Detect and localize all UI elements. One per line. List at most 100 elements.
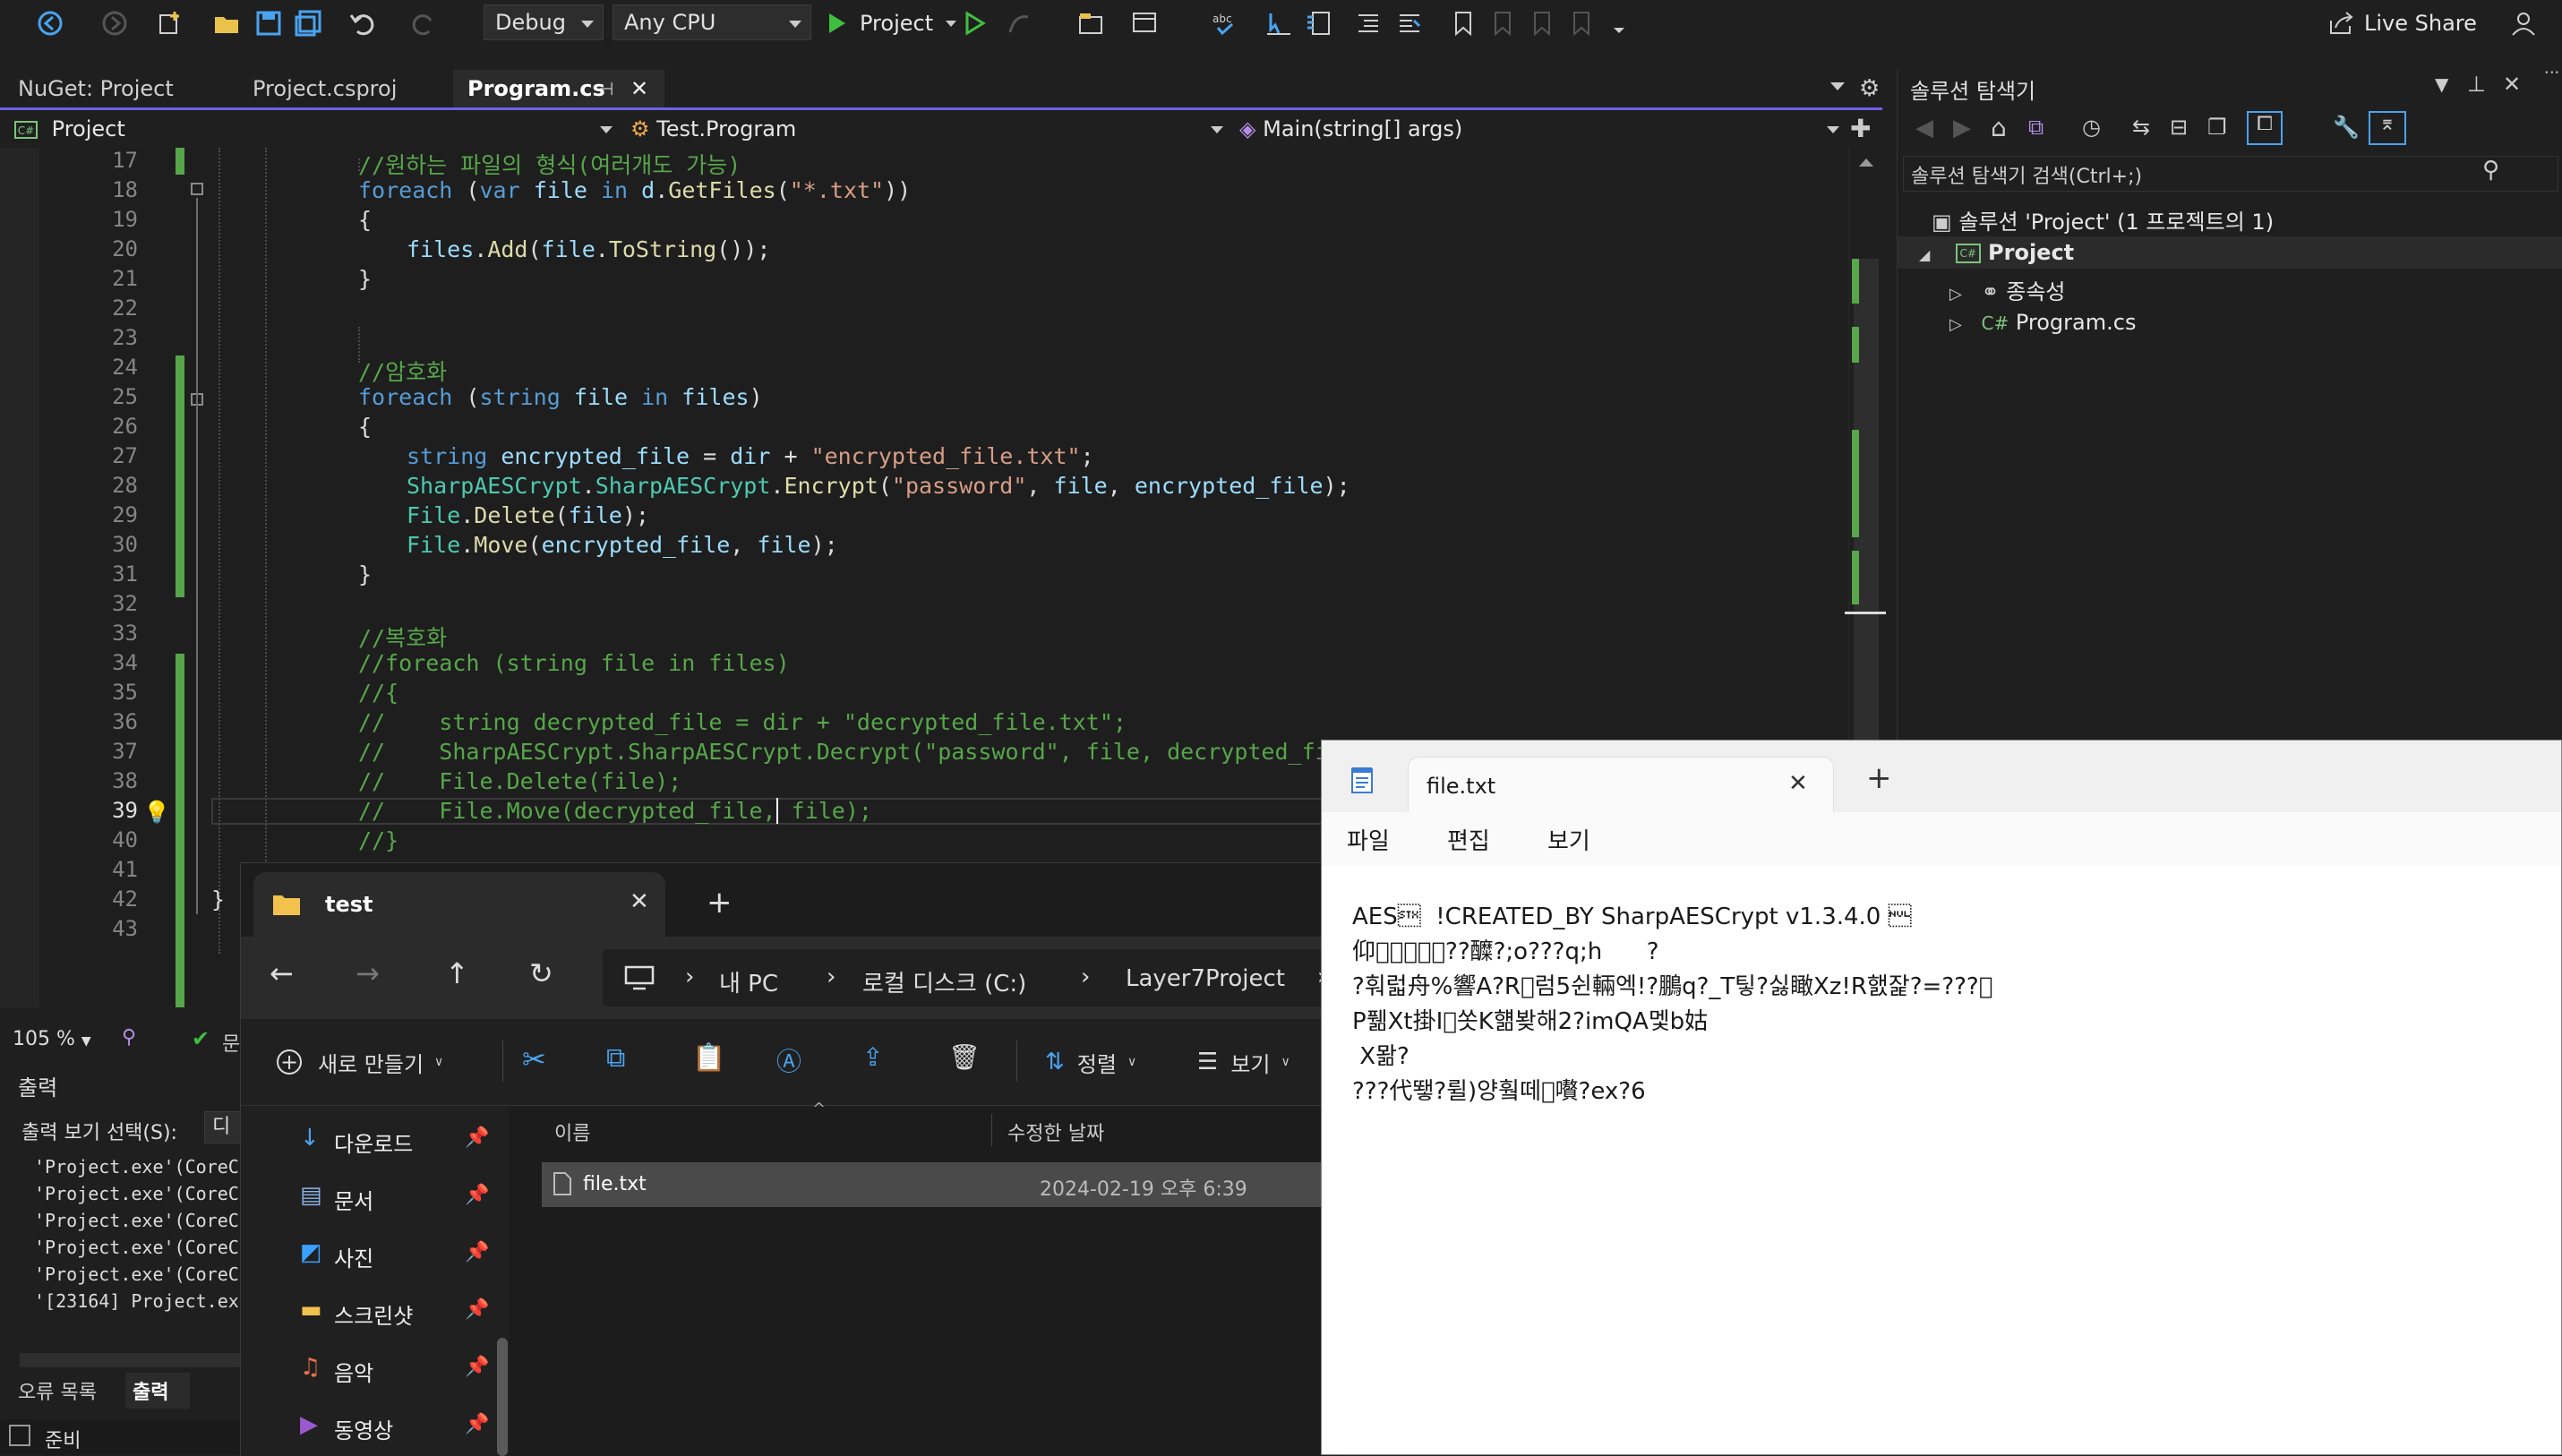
refresh-icon[interactable]: ↻ [529, 956, 553, 990]
show-all-files-icon[interactable]: ❐ [2207, 115, 2227, 140]
forward-icon[interactable] [99, 7, 131, 39]
pin-icon[interactable]: 📌 [465, 1184, 489, 1206]
back-icon[interactable] [34, 7, 66, 39]
sidebar-item[interactable]: ↓ 다운로드 📌 [241, 1123, 501, 1159]
pin-icon[interactable]: ⊥ [2467, 72, 2486, 97]
spellcheck-icon[interactable]: abc [1209, 7, 1241, 39]
new-project-icon[interactable] [154, 7, 186, 39]
tree-item-program-cs[interactable]: ▷ C# Program.cs [1949, 310, 2136, 335]
uncomment-lines-icon[interactable] [1393, 7, 1426, 39]
save-all-icon[interactable] [292, 7, 324, 39]
up-icon[interactable]: ↑ [445, 956, 469, 990]
tab-overflow-icon[interactable] [1830, 82, 1845, 90]
account-icon[interactable] [2507, 7, 2540, 39]
menu-edit[interactable]: 편집 [1447, 823, 1490, 856]
table-row[interactable]: file.txt 2024-02-19 오후 6:39 [542, 1162, 1338, 1207]
run-button[interactable]: Project [824, 5, 957, 41]
lightbulb-icon[interactable]: 💡 [143, 800, 170, 825]
pin-icon[interactable]: 📌 [465, 1413, 489, 1435]
close-icon[interactable]: ✕ [2503, 72, 2521, 97]
sidebar-item[interactable]: ▶ 동영상 📌 [241, 1409, 501, 1445]
tab-error-list[interactable]: 오류 목록 [18, 1376, 97, 1405]
tree-item-project[interactable]: ◢ C# Project [1919, 240, 2074, 265]
sidebar-scrollbar[interactable] [497, 1338, 508, 1456]
tree-item-dependencies[interactable]: ▷ ⚭ 종속성 [1949, 274, 2065, 305]
breadcrumb-item[interactable]: 로컬 디스크 (C:) [862, 965, 1026, 998]
new-tab-icon[interactable]: + [707, 885, 733, 921]
close-icon[interactable]: ✕ [630, 70, 648, 107]
expanded-icon[interactable]: ◢ [1919, 246, 1930, 263]
tab-nuget[interactable]: NuGet: Project [0, 70, 235, 107]
column-header-modified[interactable]: 수정한 날짜 [1007, 1118, 1104, 1146]
undo-icon[interactable] [346, 7, 378, 39]
configuration-select[interactable]: Debug [484, 4, 604, 40]
notepad-tab[interactable]: file.txt ✕ [1408, 757, 1834, 815]
pending-changes-icon[interactable]: ◷ [2082, 115, 2101, 140]
forward-icon[interactable]: → [356, 956, 380, 990]
solution-search-box[interactable]: 솔루션 탐색기 검색(Ctrl+;) ⚲ [1903, 156, 2558, 192]
paste-icon[interactable]: 📋 [692, 1042, 725, 1074]
collapse-all-icon[interactable]: ⊟ [2170, 115, 2188, 140]
clear-bookmarks-icon[interactable] [1565, 7, 1598, 39]
view-button[interactable]: ☰ 보기 ∨ [1197, 1046, 1290, 1078]
breadcrumb-item[interactable]: Layer7Project [1126, 965, 1285, 992]
class-combo[interactable]: ⚙ Test.Program [630, 114, 1223, 144]
horizontal-scrollbar[interactable] [20, 1353, 260, 1367]
back-icon[interactable]: ◀ [1915, 115, 1933, 141]
copilot-icon[interactable]: ⚲ [122, 1026, 136, 1049]
sidebar-item[interactable]: ◩ 사진 📌 [241, 1238, 501, 1273]
explorer-tab[interactable]: test ✕ [253, 872, 665, 937]
hot-reload-icon[interactable] [1003, 7, 1035, 39]
menu-file[interactable]: 파일 [1347, 823, 1390, 856]
panel-menu-icon[interactable]: ▼ [2435, 73, 2448, 95]
rename-icon[interactable]: Ⓐ [776, 1042, 801, 1078]
browse-icon[interactable] [1075, 7, 1107, 39]
sidebar-item[interactable]: ▬ 스크린샷 📌 [241, 1295, 501, 1331]
pin-icon[interactable]: 📌 [465, 1241, 489, 1263]
breadcrumb-item[interactable]: 내 PC [719, 965, 778, 998]
pin-icon[interactable]: 📌 [465, 1356, 489, 1378]
save-icon[interactable] [253, 7, 285, 39]
cut-icon[interactable]: ✂ [522, 1042, 546, 1076]
pin-icon[interactable]: 📌 [465, 1126, 489, 1149]
properties-icon[interactable]: 🔧 [2333, 115, 2360, 140]
forward-icon[interactable]: ▶ [1953, 115, 1971, 141]
sync-icon[interactable]: ⇆ [2132, 115, 2150, 140]
split-editor-icon[interactable]: ✚ [1850, 114, 1871, 143]
live-share-button[interactable]: Live Share [2328, 5, 2477, 41]
open-folder-icon[interactable] [211, 7, 244, 39]
sidebar-item[interactable]: ▤ 문서 📌 [241, 1180, 501, 1216]
side-tool-strip[interactable]: ⫶ [2532, 70, 2562, 213]
redo-icon[interactable] [408, 7, 441, 39]
vertical-scrollbar[interactable] [1845, 148, 1886, 841]
comment-lines-icon[interactable] [1352, 7, 1384, 39]
copy-icon[interactable]: ⧉ [606, 1042, 625, 1074]
prev-bookmark-icon[interactable] [1487, 7, 1519, 39]
delete-icon[interactable]: 🗑 [948, 1042, 981, 1072]
bookmark-icon[interactable] [1447, 7, 1479, 39]
address-bar[interactable]: › 내 PC › 로컬 디스크 (C:) › Layer7Project › [603, 949, 1346, 1006]
scroll-up-icon[interactable] [1859, 158, 1873, 167]
switch-views-icon[interactable]: ⧉ [2028, 115, 2044, 140]
project-combo[interactable]: C# Project [14, 114, 614, 144]
zoom-select[interactable]: 105 % ▼ [13, 1028, 91, 1050]
pin-icon[interactable]: 📌 [465, 1298, 489, 1321]
close-tab-icon[interactable]: ✕ [630, 888, 649, 915]
layout-icon[interactable] [1128, 7, 1161, 39]
share-icon[interactable]: ⇪ [862, 1042, 883, 1072]
new-tab-icon[interactable]: + [1866, 760, 1892, 796]
column-header-name[interactable]: 이름 [554, 1118, 590, 1146]
pin-icon[interactable]: ⊣ [598, 70, 613, 107]
output-text[interactable]: 'Project.exe'(CoreCl 'Project.exe'(CoreCl… [34, 1156, 250, 1317]
gear-icon[interactable]: ⚙ [1859, 75, 1880, 102]
home-icon[interactable]: ⌂ [1991, 113, 2007, 142]
collapse-icon[interactable] [191, 183, 203, 195]
tab-csproj[interactable]: Project.csproj [235, 70, 453, 107]
sort-button[interactable]: ⇅ 정렬 ∨ [1045, 1046, 1136, 1078]
preview-selected-icon[interactable]: ⧠ [2247, 111, 2283, 145]
tab-output[interactable]: 출력 [125, 1373, 190, 1409]
member-combo[interactable]: ◈ Main(string[] args) [1239, 114, 1841, 144]
next-bookmark-icon[interactable] [1526, 7, 1558, 39]
back-icon[interactable]: ← [270, 956, 294, 990]
filter-icon[interactable]: ⌆ [2369, 111, 2406, 145]
